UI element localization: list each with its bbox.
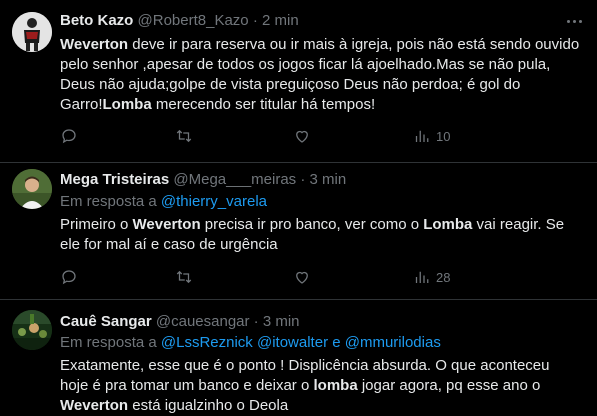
tweet-1[interactable]: Beto Kazo @Robert8_Kazo · 2 min Weverton… bbox=[0, 0, 597, 162]
like-icon bbox=[296, 271, 308, 284]
avatar-crowd-image bbox=[12, 310, 52, 350]
reply-context: Em resposta a @LssReznick @itowalter e @… bbox=[60, 333, 441, 353]
like-icon bbox=[296, 130, 308, 143]
reply-icon bbox=[62, 270, 76, 285]
text-segment: está igualzinho o Deola bbox=[128, 397, 289, 414]
display-name[interactable]: Mega Tristeiras bbox=[60, 171, 169, 188]
avatar-player-image bbox=[12, 12, 52, 52]
tweet-header: Mega Tristeiras @Mega___meiras · 3 min bbox=[60, 170, 346, 190]
tweet-3[interactable]: Cauê Sangar @cauesangar · 3 min Em respo… bbox=[0, 300, 597, 414]
user-handle[interactable]: @Mega___meiras bbox=[173, 171, 296, 188]
views-icon bbox=[415, 271, 429, 283]
avatar-person-image bbox=[12, 169, 52, 209]
avatar[interactable] bbox=[12, 310, 52, 350]
tweet-text: Exatamente, esse que é o ponto ! Displic… bbox=[60, 356, 580, 416]
user-handle[interactable]: @cauesangar bbox=[156, 313, 250, 330]
tweet-header: Cauê Sangar @cauesangar · 3 min bbox=[60, 312, 300, 332]
views-button[interactable]: 28 bbox=[412, 267, 450, 287]
tweet-text: Weverton deve ir para reserva ou ir mais… bbox=[60, 35, 580, 115]
reply-to-link[interactable]: @thierry_varela bbox=[161, 193, 267, 210]
highlighted-term: Weverton bbox=[132, 216, 201, 233]
tweet-header: Beto Kazo @Robert8_Kazo · 2 min bbox=[60, 11, 299, 31]
tweet-text: Primeiro o Weverton precisa ir pro banco… bbox=[60, 215, 580, 255]
highlighted-term: lomba bbox=[313, 377, 358, 394]
timestamp[interactable]: 3 min bbox=[310, 171, 347, 188]
avatar[interactable] bbox=[12, 12, 52, 52]
views-count: 10 bbox=[436, 128, 451, 144]
text-segment: jogar agora, pq esse ano o bbox=[357, 377, 541, 394]
retweet-icon bbox=[176, 129, 192, 143]
like-button[interactable] bbox=[293, 267, 311, 287]
more-options-icon[interactable] bbox=[563, 11, 585, 31]
display-name[interactable]: Beto Kazo bbox=[60, 12, 133, 29]
action-bar: 28 bbox=[60, 267, 530, 287]
highlighted-term: Weverton bbox=[60, 397, 129, 414]
retweet-button[interactable] bbox=[175, 126, 193, 146]
action-bar: 10 bbox=[60, 126, 530, 146]
highlighted-term: Lomba bbox=[102, 96, 152, 113]
retweet-icon bbox=[176, 270, 192, 284]
reply-prefix: Em resposta a bbox=[60, 334, 157, 351]
reply-icon bbox=[62, 129, 76, 144]
timestamp[interactable]: 3 min bbox=[263, 313, 300, 330]
highlighted-term: Weverton bbox=[60, 36, 129, 53]
views-button[interactable]: 10 bbox=[412, 126, 450, 146]
text-segment: merecendo ser titular há tempos! bbox=[151, 96, 376, 113]
reply-to-link[interactable]: @LssReznick @itowalter e @mmurilodias bbox=[161, 334, 441, 351]
separator-dot: · bbox=[253, 313, 259, 330]
like-button[interactable] bbox=[293, 126, 311, 146]
user-handle[interactable]: @Robert8_Kazo bbox=[138, 12, 249, 29]
avatar[interactable] bbox=[12, 169, 52, 209]
text-segment: precisa ir pro banco, ver como o bbox=[200, 216, 424, 233]
views-icon bbox=[415, 130, 429, 142]
separator-dot: · bbox=[252, 12, 258, 29]
reply-button[interactable] bbox=[60, 126, 78, 146]
timestamp[interactable]: 2 min bbox=[262, 12, 299, 29]
reply-button[interactable] bbox=[60, 267, 78, 287]
retweet-button[interactable] bbox=[175, 267, 193, 287]
reply-prefix: Em resposta a bbox=[60, 193, 157, 210]
separator-dot: · bbox=[300, 171, 306, 188]
display-name[interactable]: Cauê Sangar bbox=[60, 313, 152, 330]
views-count: 28 bbox=[436, 269, 451, 285]
reply-context: Em resposta a @thierry_varela bbox=[60, 192, 267, 212]
text-segment: Primeiro o bbox=[60, 216, 133, 233]
tweet-2[interactable]: Mega Tristeiras @Mega___meiras · 3 min E… bbox=[0, 163, 597, 299]
highlighted-term: Lomba bbox=[423, 216, 473, 233]
